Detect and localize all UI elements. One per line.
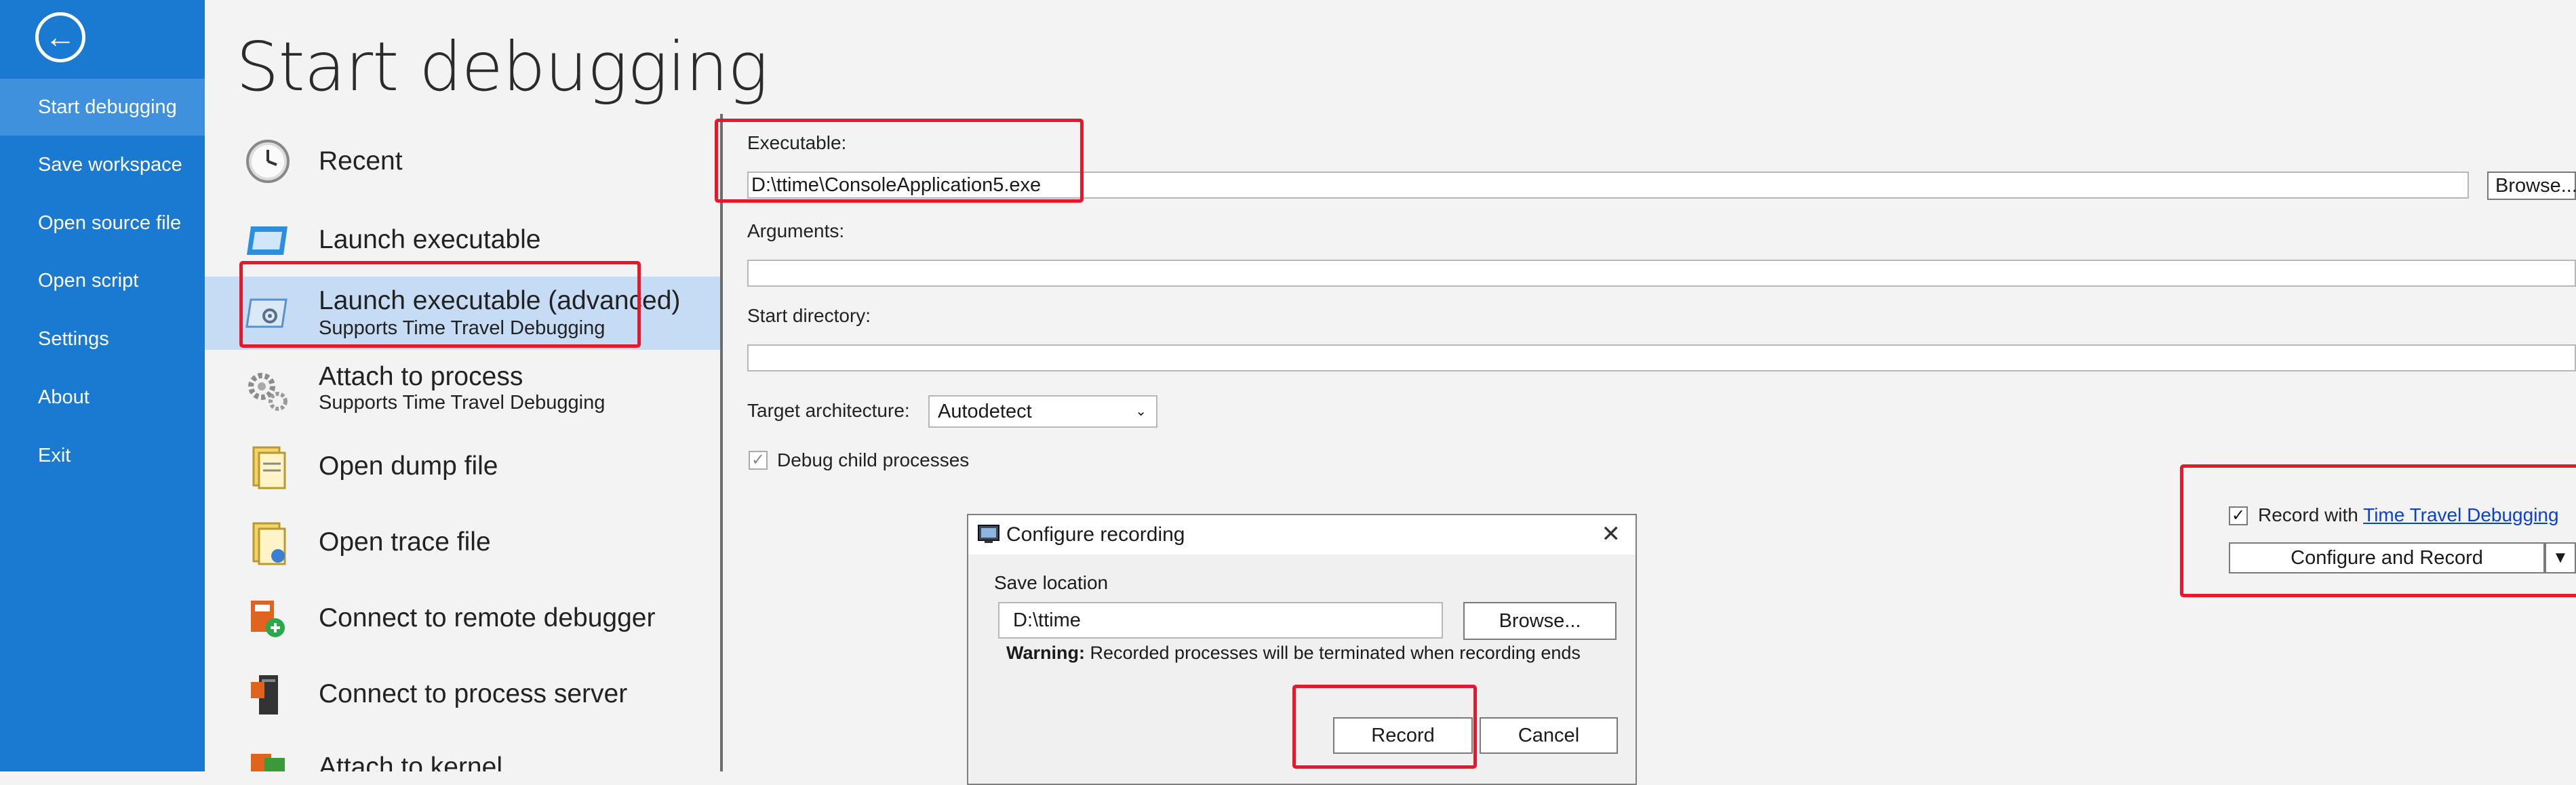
list-item-sublabel: Supports Time Travel Debugging — [319, 392, 606, 414]
list-item-label: Connect to remote debugger — [319, 603, 656, 632]
target-architecture-label: Target architecture: — [747, 400, 910, 421]
list-item-label: Recent — [319, 146, 403, 176]
nav-item-save-workspace[interactable]: Save workspace — [0, 136, 205, 193]
list-item-label: Launch executable — [319, 225, 541, 254]
debug-child-label: Debug child processes — [777, 449, 970, 470]
list-item-label: Attach to kernel — [319, 752, 502, 771]
target-architecture-select[interactable]: Autodetect ⌄ — [928, 395, 1157, 428]
close-icon[interactable]: ✕ — [1602, 521, 1621, 548]
list-item-connect-remote-debugger[interactable]: Connect to remote debugger — [205, 591, 720, 648]
nav-item-start-debugging[interactable]: Start debugging — [0, 79, 205, 136]
save-location-browse-button[interactable]: Browse... — [1463, 602, 1617, 640]
start-directory-input[interactable] — [747, 344, 2576, 371]
left-nav: ← Start debugging Save workspace Open so… — [0, 0, 205, 771]
list-item-open-dump-file[interactable]: Open dump file — [205, 439, 720, 496]
gears-icon — [248, 373, 288, 411]
save-location-label: Save location — [994, 572, 1109, 593]
dump-file-icon — [252, 446, 286, 489]
save-location-input[interactable]: D:\ttime — [998, 602, 1443, 639]
list-item-connect-process-server[interactable]: Connect to process server — [205, 667, 720, 724]
list-item-label: Open dump file — [319, 451, 498, 481]
window-icon — [247, 226, 288, 255]
dialog-title: Configure recording — [1006, 523, 1185, 546]
list-item-attach-to-process[interactable]: Attach to process Supports Time Travel D… — [205, 357, 720, 424]
warning-text: Warning: Recorded processes will be term… — [1006, 641, 1603, 664]
panel-divider — [720, 114, 723, 771]
trace-file-icon — [252, 522, 286, 565]
clock-icon — [246, 140, 290, 183]
dialog-title-bar: Configure recording ✕ — [968, 515, 1636, 555]
warning-message: Recorded processes will be terminated wh… — [1084, 643, 1581, 663]
target-architecture-value: Autodetect — [938, 401, 1032, 422]
arguments-label: Arguments: — [747, 220, 845, 241]
page-title: Start debugging — [236, 27, 768, 106]
chevron-down-icon: ⌄ — [1135, 404, 1147, 419]
list-item-label: Open trace file — [319, 527, 491, 557]
nav-item-open-script[interactable]: Open script — [0, 252, 205, 309]
debug-child-checkbox[interactable]: ✓ — [749, 451, 768, 470]
list-item-launch-executable[interactable]: Launch executable — [205, 210, 720, 267]
app-icon — [978, 525, 999, 543]
cancel-button[interactable]: Cancel — [1480, 717, 1618, 754]
process-server-icon — [251, 675, 278, 714]
nav-item-open-source-file[interactable]: Open source file — [0, 195, 205, 251]
back-arrow-icon[interactable]: ← — [35, 12, 85, 62]
start-directory-label: Start directory: — [747, 305, 871, 326]
highlight-box-advanced — [239, 261, 641, 348]
list-item-label: Connect to process server — [319, 679, 628, 708]
list-item-attach-to-kernel[interactable]: Attach to kernel — [205, 740, 720, 771]
arguments-input[interactable] — [747, 260, 2576, 287]
remote-debugger-icon — [251, 601, 285, 637]
highlight-box-record-button — [1292, 685, 1477, 769]
highlight-box-record — [2180, 464, 2576, 597]
nav-item-about[interactable]: About — [0, 369, 205, 426]
list-item-label: Attach to process — [319, 362, 523, 391]
kernel-icon — [251, 754, 285, 771]
list-item-recent[interactable]: Recent — [205, 133, 720, 190]
highlight-box-executable — [715, 119, 1084, 203]
nav-item-settings[interactable]: Settings — [0, 310, 205, 367]
list-item-open-trace-file[interactable]: Open trace file — [205, 515, 720, 572]
warning-label: Warning: — [1006, 643, 1085, 663]
nav-item-exit[interactable]: Exit — [0, 427, 205, 484]
executable-browse-button[interactable]: Browse... — [2487, 172, 2576, 200]
